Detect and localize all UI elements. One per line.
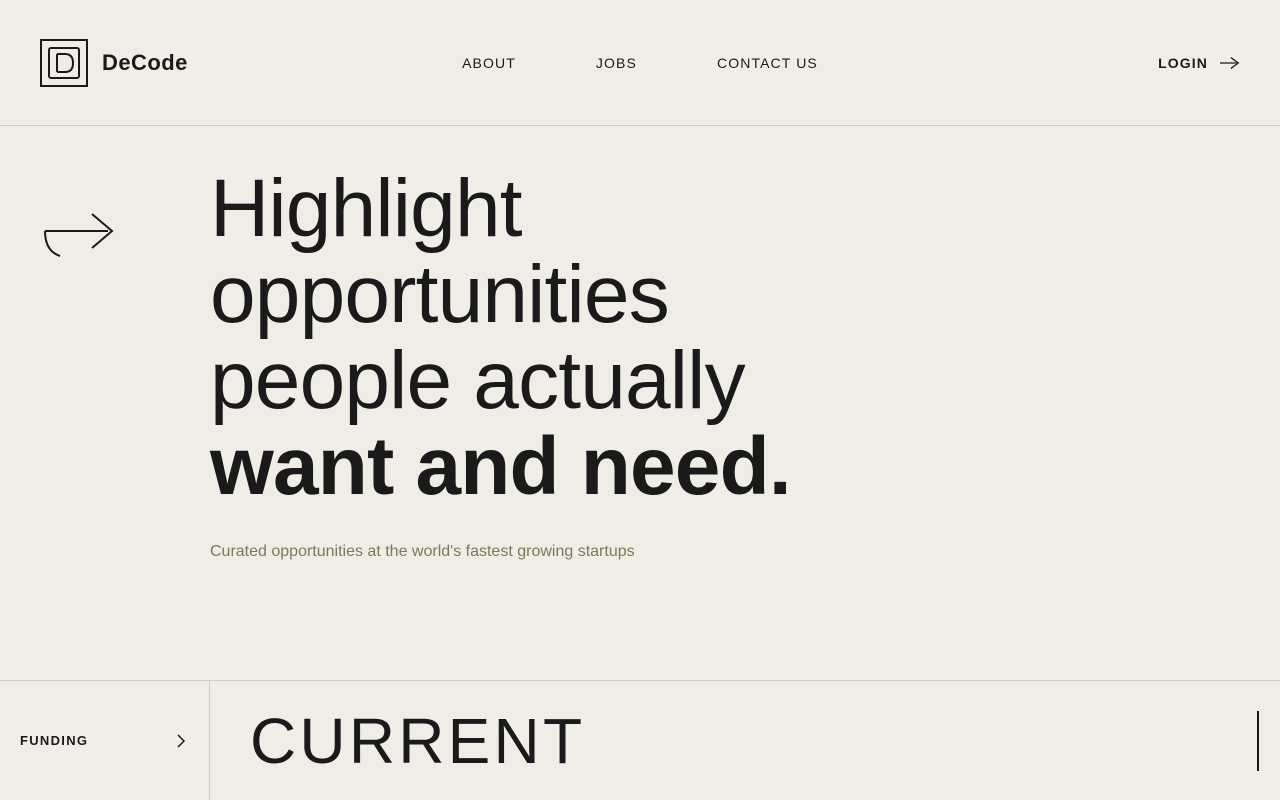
hero-section: Highlightopportunitiespeople actuallywan…	[0, 126, 1280, 680]
login-arrow-icon[interactable]	[1220, 53, 1240, 73]
current-section: CURRENT	[210, 681, 1280, 800]
nav-about[interactable]: ABOUT	[462, 55, 516, 71]
hero-heading: Highlightopportunitiespeople actuallywan…	[210, 166, 1240, 510]
hero-content: Highlightopportunitiespeople actuallywan…	[210, 166, 1240, 564]
logo-icon	[40, 39, 88, 87]
funding-label: FUNDING	[20, 733, 88, 748]
current-label: CURRENT	[250, 704, 585, 778]
hero-subtext: Curated opportunities at the world's fas…	[210, 540, 810, 564]
hero-heading-light: Highlightopportunitiespeople actually	[210, 163, 745, 426]
header-right: LOGIN	[1158, 53, 1240, 73]
logo-text: DeCode	[102, 50, 188, 76]
hero-arrow-icon	[40, 196, 130, 271]
funding-chevron-icon	[173, 733, 189, 749]
funding-tab[interactable]: FUNDING	[0, 681, 210, 800]
nav-jobs[interactable]: JOBS	[596, 55, 637, 71]
hero-heading-bold: want and need.	[210, 421, 791, 512]
main-nav: ABOUT JOBS CONTACT US	[462, 55, 818, 71]
login-button[interactable]: LOGIN	[1158, 55, 1208, 71]
logo-area[interactable]: DeCode	[40, 39, 188, 87]
scroll-indicator	[1256, 711, 1260, 771]
bottom-section: FUNDING CURRENT	[0, 680, 1280, 800]
nav-contact[interactable]: CONTACT US	[717, 55, 818, 71]
scroll-bar	[1257, 711, 1259, 771]
